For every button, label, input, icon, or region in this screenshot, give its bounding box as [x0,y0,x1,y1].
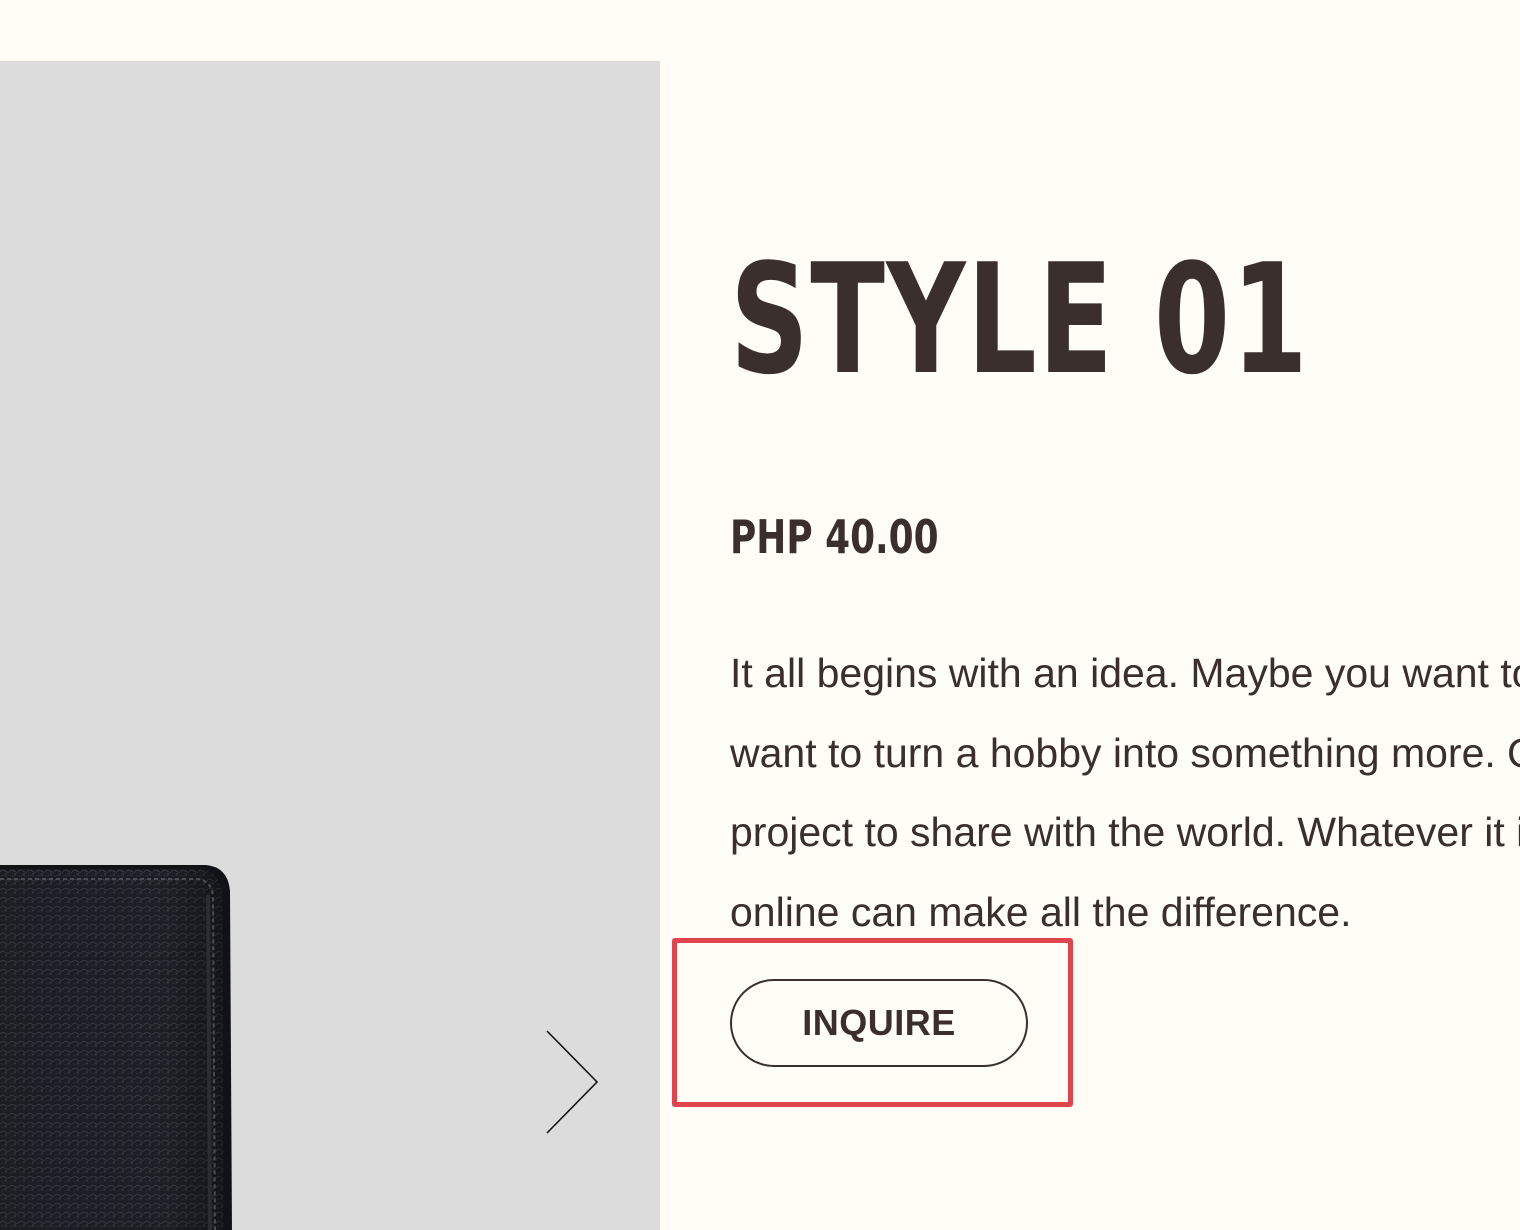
product-title: STYLE 01 [730,231,1310,408]
description-line: online can make all the difference. [730,888,1352,935]
product-details: STYLE 01 PHP 40.00 It all begins with an… [730,0,1520,1230]
wallet-product-image [0,865,232,1230]
inquire-button[interactable]: INQUIRE [730,979,1028,1067]
description-line: project to share with the world. Whateve… [730,809,1520,855]
product-price: PHP 40.00 [730,510,939,564]
product-image-gallery [0,61,660,1230]
description-line: It all begins with an idea. Maybe you wa… [730,650,1520,696]
chevron-right-icon[interactable] [540,1026,604,1138]
description-line: want to turn a hobby into something more… [730,729,1520,776]
product-page: STYLE 01 PHP 40.00 It all begins with an… [0,0,1520,1230]
product-description: It all begins with an idea. Maybe you wa… [730,634,1520,952]
